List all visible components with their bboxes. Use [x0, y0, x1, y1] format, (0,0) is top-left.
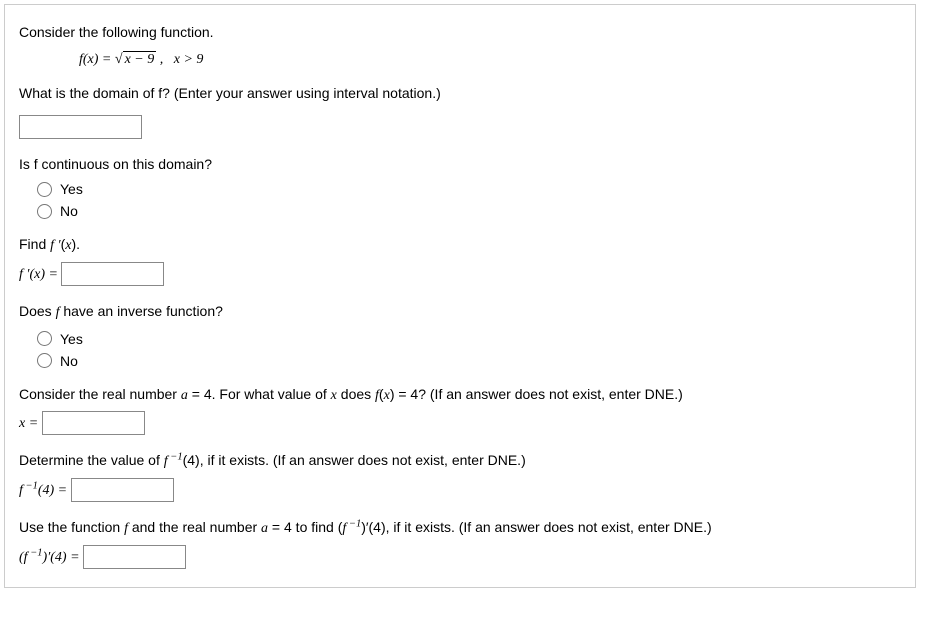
- radio-icon: [37, 331, 52, 346]
- continuous-no[interactable]: No: [37, 203, 901, 219]
- radio-icon: [37, 182, 52, 197]
- inverse-derivative-input[interactable]: [83, 545, 186, 569]
- intro-text: Consider the following function.: [19, 21, 901, 43]
- formula-lhs: f(x) =: [79, 52, 115, 67]
- inverse-value-label: f −1(4) =: [19, 483, 71, 498]
- inverse-yes[interactable]: Yes: [37, 331, 901, 347]
- inverse-derivative-input-row: (f −1)′(4) =: [19, 545, 901, 569]
- sqrt-symbol: √x − 9: [115, 51, 156, 68]
- radio-label: Yes: [60, 331, 83, 347]
- real-number-question: Consider the real number a = 4. For what…: [19, 383, 901, 407]
- radio-icon: [37, 353, 52, 368]
- x-value-input[interactable]: [42, 411, 145, 435]
- inverse-no[interactable]: No: [37, 353, 901, 369]
- formula-condition: , x > 9: [160, 52, 204, 67]
- domain-input-row: [19, 115, 901, 139]
- inverse-derivative-question: Use the function f and the real number a…: [19, 516, 901, 540]
- x-equals-label: x =: [19, 416, 42, 431]
- radio-label: No: [60, 353, 78, 369]
- x-value-input-row: x =: [19, 411, 901, 435]
- radio-label: Yes: [60, 181, 83, 197]
- domain-input[interactable]: [19, 115, 142, 139]
- inverse-derivative-label: (f −1)′(4) =: [19, 550, 83, 565]
- continuous-yes[interactable]: Yes: [37, 181, 901, 197]
- question-card: Consider the following function. f(x) = …: [4, 4, 916, 588]
- domain-question: What is the domain of f? (Enter your ans…: [19, 82, 901, 104]
- function-formula: f(x) = √x − 9 , x > 9: [79, 51, 901, 68]
- inverse-question: Does f have an inverse function?: [19, 300, 901, 324]
- continuous-question: Is f continuous on this domain?: [19, 153, 901, 175]
- inverse-value-question: Determine the value of f −1(4), if it ex…: [19, 449, 901, 473]
- inverse-value-input-row: f −1(4) =: [19, 478, 901, 502]
- radio-icon: [37, 204, 52, 219]
- derivative-input-row: f ′(x) =: [19, 262, 901, 286]
- derivative-input[interactable]: [61, 262, 164, 286]
- derivative-label: f ′(x) =: [19, 267, 61, 282]
- radio-label: No: [60, 203, 78, 219]
- inverse-value-input[interactable]: [71, 478, 174, 502]
- find-derivative-text: Find f ′(x).: [19, 233, 901, 257]
